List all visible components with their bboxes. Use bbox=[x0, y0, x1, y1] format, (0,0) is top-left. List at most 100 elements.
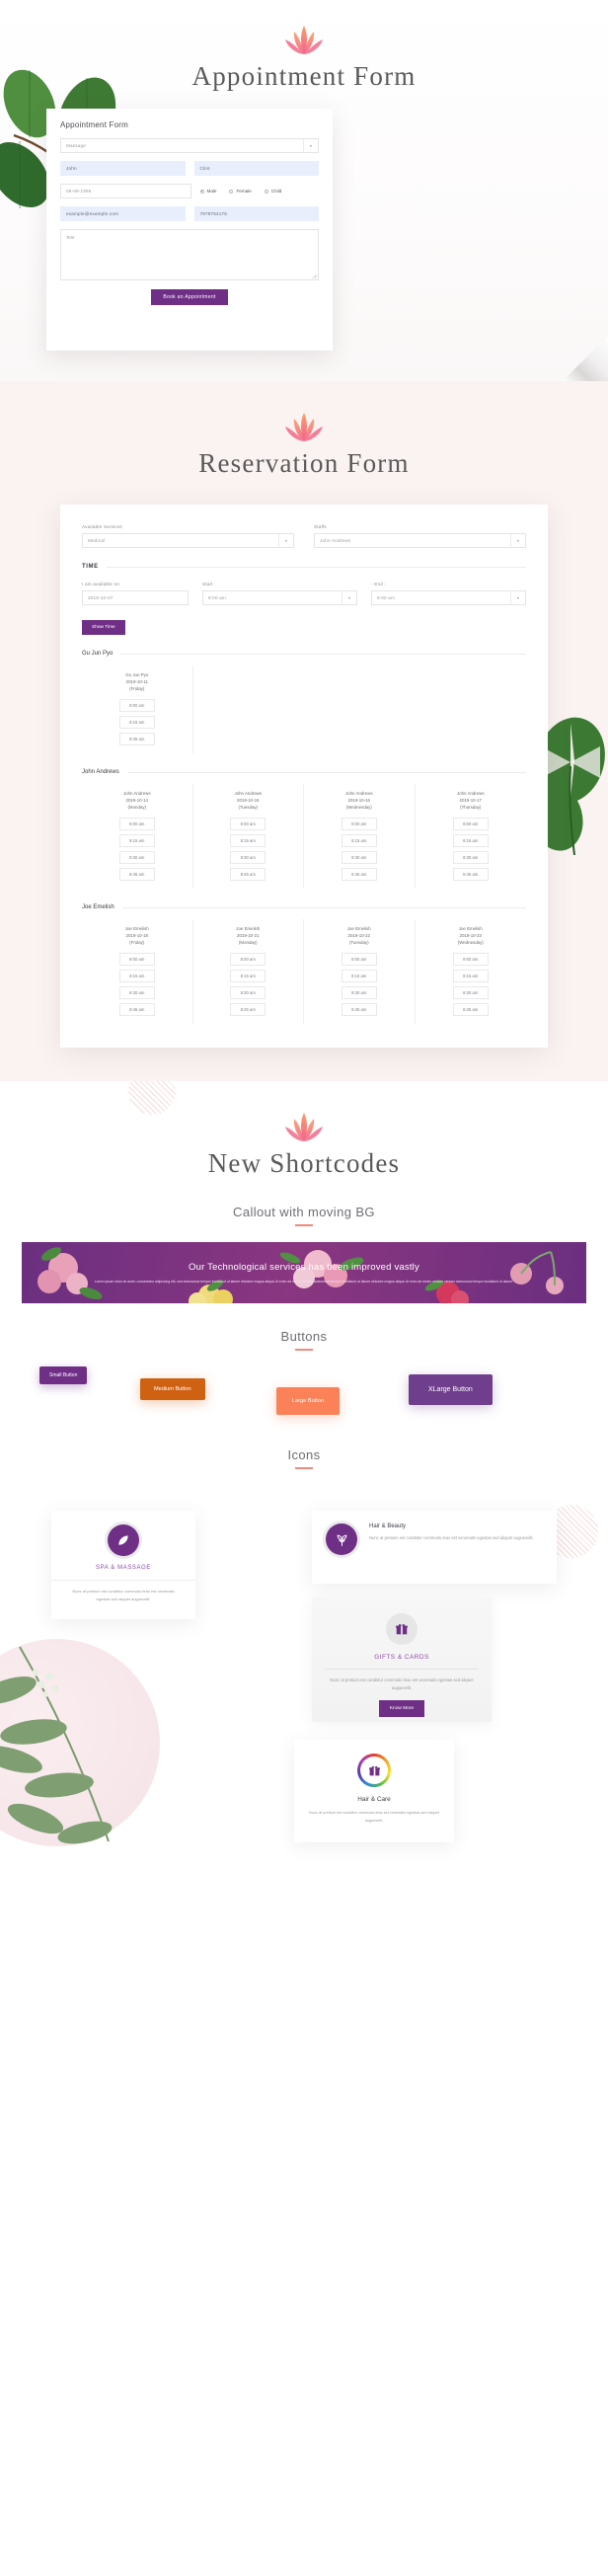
small-button[interactable]: Small Button bbox=[39, 1366, 88, 1385]
icon-card-gifts-cards[interactable]: GIFTS & CARDS Nunc at pretium est curabi… bbox=[312, 1598, 492, 1723]
time-slot[interactable]: 8:30 am bbox=[452, 851, 489, 865]
time-slot[interactable]: 8:30 am bbox=[230, 986, 266, 1000]
slot-column-header: Joe Emelish 2019-10-21 (Monday) bbox=[236, 926, 261, 946]
available-on-input[interactable]: 2019-10-07 bbox=[82, 590, 189, 605]
divider bbox=[120, 653, 526, 655]
book-appointment-button[interactable]: Book an Appointment bbox=[151, 289, 228, 305]
show-time-button[interactable]: Show Time bbox=[82, 620, 125, 635]
email-input[interactable]: example@example.com bbox=[60, 206, 186, 221]
start-time-select[interactable]: 8:00 am ▾ bbox=[201, 590, 357, 605]
medium-button[interactable]: Medium Button bbox=[140, 1378, 205, 1401]
time-slot[interactable]: 8:00 am bbox=[341, 818, 377, 831]
start-time-label: Start : bbox=[201, 582, 216, 586]
staffs-field: Staffs John Andrews ▾ bbox=[314, 524, 526, 548]
time-slot[interactable]: 8:15 am bbox=[118, 716, 155, 730]
dob-input[interactable]: 08-09-1996 bbox=[60, 184, 191, 198]
time-slot[interactable]: 8:15 am bbox=[118, 970, 155, 983]
time-slot[interactable]: 8:00 am bbox=[118, 953, 155, 967]
chevron-down-icon: ▾ bbox=[278, 534, 293, 547]
gender-radio-group[interactable]: Male Female Child bbox=[199, 184, 320, 198]
time-slot[interactable]: 8:30 am bbox=[230, 851, 266, 865]
first-name-input[interactable]: John bbox=[60, 161, 186, 176]
gender-option-male[interactable]: Male bbox=[199, 189, 216, 194]
time-slot[interactable]: 8:30 am bbox=[341, 851, 377, 865]
message-textarea[interactable]: Test bbox=[60, 229, 319, 280]
know-more-button[interactable]: Know More bbox=[378, 1700, 425, 1718]
time-slot[interactable]: 8:45 am bbox=[118, 733, 155, 746]
time-slot[interactable]: 8:15 am bbox=[230, 970, 266, 983]
service-select-value: Massage bbox=[66, 143, 87, 148]
slot-column-header: Joe Emelish 2019-10-23 (Wednesday) bbox=[457, 926, 484, 946]
appointment-header: Appointment Form bbox=[0, 0, 608, 92]
icon-card-spa[interactable]: SPA & MASSAGE Nunc at pretium est curabi… bbox=[51, 1511, 195, 1620]
large-button[interactable]: Large Button bbox=[276, 1387, 341, 1416]
show-time-actions: Show Time bbox=[82, 615, 526, 635]
time-slot[interactable]: 8:45 am bbox=[230, 868, 266, 882]
time-slot[interactable]: 8:15 am bbox=[118, 834, 155, 848]
time-slot[interactable]: 8:45 am bbox=[118, 1003, 155, 1017]
slot-column: Joe Emelish 2019-10-21 (Monday) 8:00 am 8:15… bbox=[193, 919, 304, 1025]
gender-option-female[interactable]: Female bbox=[229, 189, 252, 194]
end-time-select[interactable]: 9:00 am ▾ bbox=[370, 590, 526, 605]
staffs-select[interactable]: John Andrews ▾ bbox=[314, 533, 526, 548]
service-select[interactable]: Massage ▾ bbox=[60, 138, 319, 153]
time-slot[interactable]: 8:30 am bbox=[341, 986, 377, 1000]
time-slot[interactable]: 8:00 am bbox=[118, 699, 155, 713]
appointment-section: Appointment Form Appointment Form Massag… bbox=[0, 0, 608, 381]
slot-column-header: John Andrews 2019-10-14 (Monday) bbox=[122, 791, 151, 811]
slot-column-header: Joe Emelish 2019-10-18 (Friday) bbox=[124, 926, 149, 946]
time-slot[interactable]: 8:00 am bbox=[452, 953, 489, 967]
time-heading: TIME bbox=[82, 564, 99, 570]
time-slot[interactable]: 8:00 am bbox=[230, 953, 266, 967]
time-slot[interactable]: 8:30 am bbox=[118, 986, 155, 1000]
page-title: New Shortcodes bbox=[207, 1148, 401, 1179]
staff-group-header: Joe Emelish bbox=[82, 904, 526, 910]
time-slot[interactable]: 8:45 am bbox=[118, 868, 155, 882]
time-slot[interactable]: 8:45 am bbox=[230, 1003, 266, 1017]
slot-column-empty bbox=[193, 665, 305, 753]
start-time-field: Start : 8:00 am ▾ bbox=[201, 582, 357, 605]
slot-column: Gu Jun Pyo 2019-10-11 (Friday) 8:00 am 8:15 … bbox=[82, 665, 193, 754]
time-slot[interactable]: 8:45 am bbox=[452, 868, 489, 882]
available-on-field: I am available on 2019-10-07 bbox=[82, 582, 189, 605]
rainbow-ring-icon bbox=[357, 1754, 391, 1788]
icon-card-hair-beauty[interactable]: Hair & Beauty Nunc at pretium est curabi… bbox=[312, 1511, 557, 1585]
time-slot[interactable]: 8:30 am bbox=[118, 851, 155, 865]
page-title: Reservation Form bbox=[198, 448, 410, 478]
end-time-field: - End : 9:00 am ▾ bbox=[370, 582, 526, 605]
last-name-input[interactable]: Clint bbox=[193, 161, 319, 176]
time-slot[interactable]: 8:15 am bbox=[452, 834, 489, 848]
olive-branch-decoration bbox=[0, 1629, 178, 1856]
time-slot[interactable]: 8:00 am bbox=[230, 818, 266, 831]
staffs-value: John Andrews bbox=[320, 538, 351, 543]
slot-column: Joe Emelish 2019-10-18 (Friday) 8:00 am 8:15… bbox=[82, 919, 193, 1025]
time-slot[interactable]: 8:45 am bbox=[452, 1003, 489, 1017]
callout-title: Our Technological services has been impr… bbox=[189, 1261, 419, 1273]
icon-card-hair-care[interactable]: Hair & Care Nunc at pretium est curabitu… bbox=[294, 1740, 454, 1843]
gender-option-child-label: Child bbox=[270, 189, 282, 194]
icon-card-hair-care-desc: Nunc at pretium est curabitur commodo le… bbox=[309, 1811, 439, 1823]
time-slot[interactable]: 8:00 am bbox=[118, 818, 155, 831]
page-root: Appointment Form Appointment Form Massag… bbox=[0, 0, 608, 1887]
time-slot[interactable]: 8:00 am bbox=[452, 818, 489, 831]
time-slot[interactable]: 8:30 am bbox=[452, 986, 489, 1000]
available-services-label: Available Services bbox=[82, 524, 123, 529]
xlarge-button[interactable]: XLarge Button bbox=[409, 1374, 493, 1406]
staff-group-header: John Andrews bbox=[82, 769, 526, 775]
time-slot[interactable]: 8:00 am bbox=[341, 953, 377, 967]
buttons-heading: Buttons bbox=[280, 1329, 328, 1345]
gender-option-child[interactable]: Child bbox=[264, 189, 282, 194]
slot-column: Joe Emelish 2019-10-22 (Tuesday) 8:00 am 8:1… bbox=[304, 919, 416, 1025]
callout-banner: Our Technological services has been impr… bbox=[22, 1242, 586, 1304]
time-slot[interactable]: 8:45 am bbox=[341, 1003, 377, 1017]
time-slot[interactable]: 8:15 am bbox=[341, 834, 377, 848]
time-slot[interactable]: 8:15 am bbox=[452, 970, 489, 983]
callout-heading: Callout with moving BG bbox=[233, 1205, 375, 1220]
callout-heading-block: Callout with moving BG bbox=[0, 1205, 608, 1227]
time-slot[interactable]: 8:15 am bbox=[230, 834, 266, 848]
phone-input[interactable]: 7878754175 bbox=[193, 206, 319, 221]
available-services-select[interactable]: Medical ▾ bbox=[82, 533, 294, 548]
chevron-down-icon: ▾ bbox=[510, 534, 525, 547]
time-slot[interactable]: 8:45 am bbox=[341, 868, 377, 882]
time-slot[interactable]: 8:15 am bbox=[341, 970, 377, 983]
